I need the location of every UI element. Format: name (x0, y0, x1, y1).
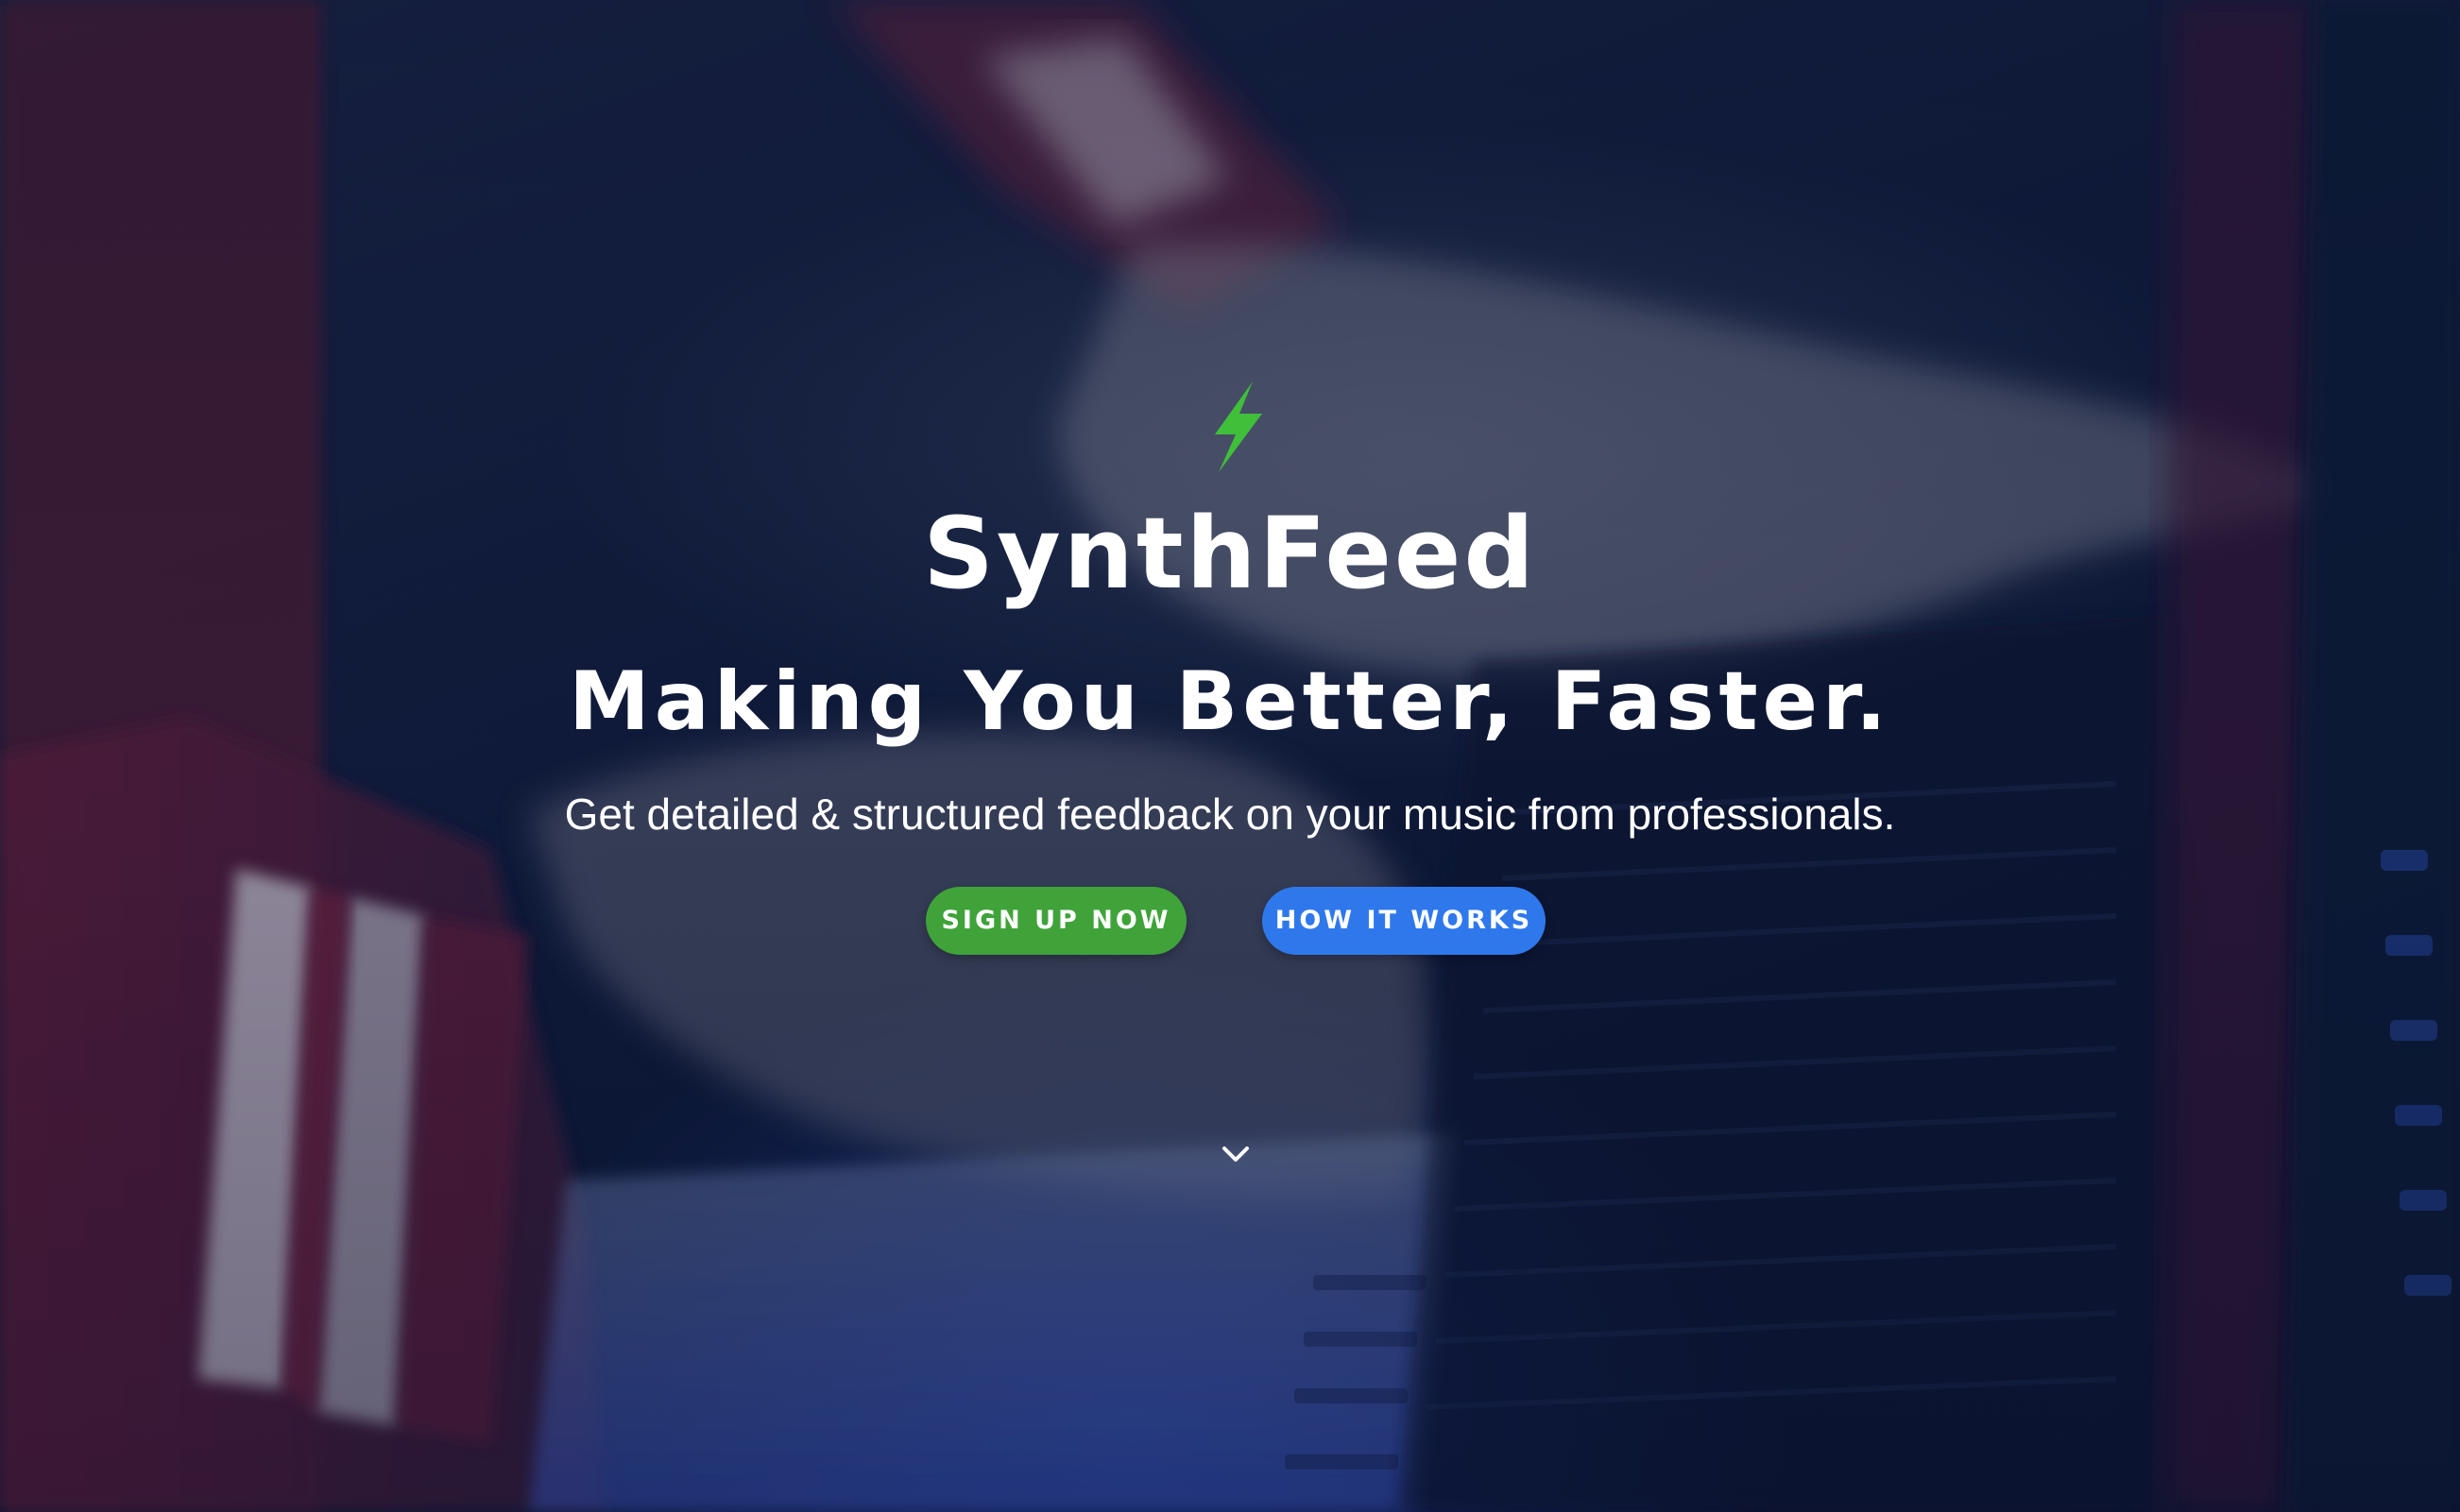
how-it-works-button[interactable]: HOW IT WORKS (1262, 887, 1546, 955)
hero-content: SynthFeed Making You Better, Faster. Get… (0, 0, 2460, 1512)
sign-up-button[interactable]: SIGN UP NOW (926, 887, 1187, 955)
hero-section: SynthFeed Making You Better, Faster. Get… (0, 0, 2460, 1512)
chevron-down-icon[interactable] (1219, 1141, 1253, 1167)
lightning-bolt-icon (1215, 382, 1262, 472)
hero-headline: Making You Better, Faster. (569, 654, 1891, 749)
brand-name: SynthFeed (923, 496, 1537, 611)
hero-subheadline: Get detailed & structured feedback on yo… (564, 790, 1896, 839)
